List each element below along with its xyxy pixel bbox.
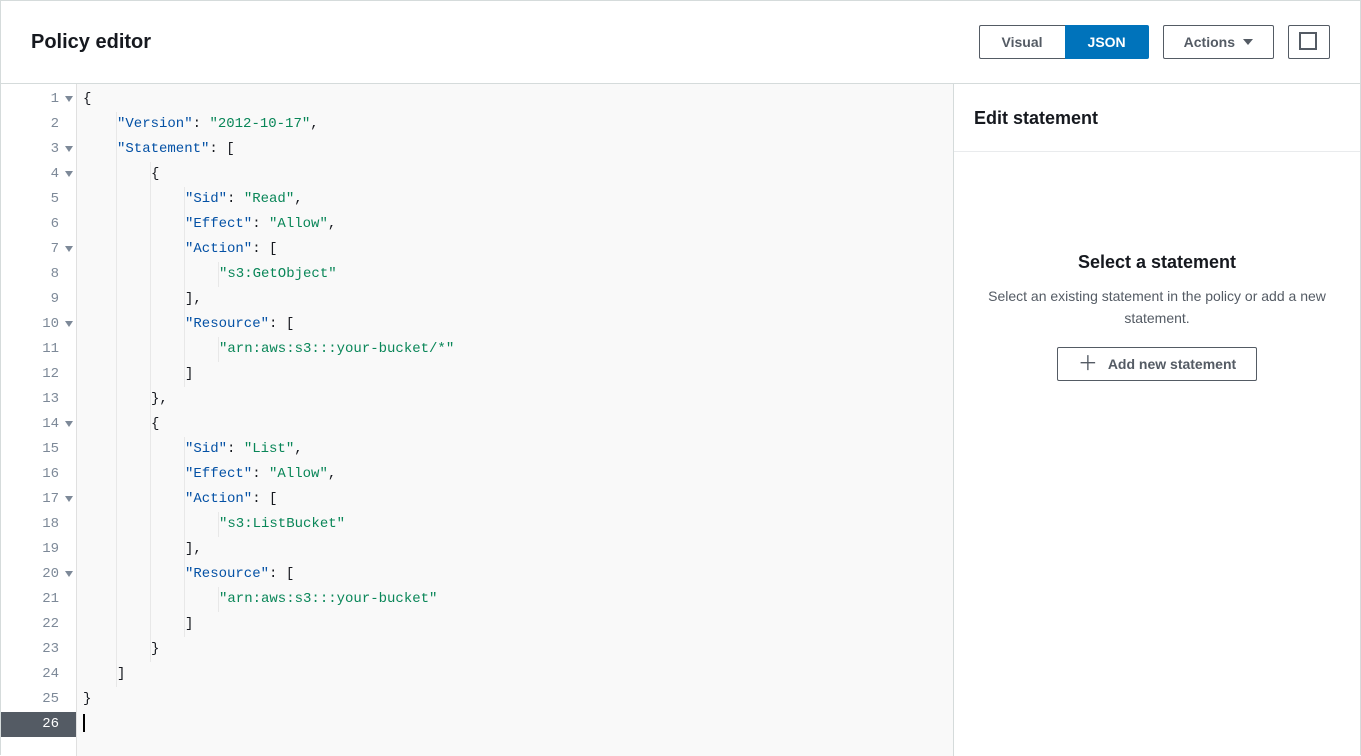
code-line[interactable]: ] [83, 362, 953, 387]
code-line[interactable]: "Version": "2012-10-17", [83, 112, 953, 137]
code-line[interactable]: } [83, 637, 953, 662]
page-title: Policy editor [31, 31, 151, 54]
content-area: 1234567891011121314151617181920212223242… [1, 84, 1360, 756]
add-statement-label: Add new statement [1108, 356, 1236, 372]
code-line[interactable]: { [83, 412, 953, 437]
line-number[interactable]: 1 [1, 87, 76, 112]
line-number[interactable]: 10 [1, 312, 76, 337]
line-number[interactable]: 23 [1, 637, 76, 662]
sidebar-empty-state: Select a statement Select an existing st… [954, 152, 1360, 756]
code-line[interactable]: "Sid": "Read", [83, 187, 953, 212]
tab-visual[interactable]: Visual [979, 25, 1065, 59]
line-number[interactable]: 15 [1, 437, 76, 462]
code-line[interactable]: { [83, 87, 953, 112]
empty-heading: Select a statement [1078, 252, 1236, 273]
line-number[interactable]: 3 [1, 137, 76, 162]
code-line[interactable]: ], [83, 537, 953, 562]
code-line[interactable]: ] [83, 662, 953, 687]
view-mode-toggle: Visual JSON [979, 25, 1149, 59]
code-line[interactable]: "Effect": "Allow", [83, 462, 953, 487]
line-number[interactable]: 14 [1, 412, 76, 437]
editor-header: Policy editor Visual JSON Actions [1, 1, 1360, 84]
code-line[interactable]: } [83, 687, 953, 712]
line-number[interactable]: 17 [1, 487, 76, 512]
code-line[interactable]: ] [83, 612, 953, 637]
chevron-down-icon [1243, 39, 1253, 45]
expand-button[interactable] [1288, 25, 1330, 59]
code-line[interactable]: "arn:aws:s3:::your-bucket/*" [83, 337, 953, 362]
line-number[interactable]: 25 [1, 687, 76, 712]
code-line[interactable]: }, [83, 387, 953, 412]
text-cursor [83, 714, 85, 732]
code-line[interactable]: "Resource": [ [83, 312, 953, 337]
actions-dropdown[interactable]: Actions [1163, 25, 1274, 59]
tab-json[interactable]: JSON [1065, 25, 1149, 59]
json-editor[interactable]: 1234567891011121314151617181920212223242… [1, 84, 954, 756]
line-number[interactable]: 24 [1, 662, 76, 687]
code-line[interactable]: "Effect": "Allow", [83, 212, 953, 237]
line-number[interactable]: 26 [1, 712, 76, 737]
line-number[interactable]: 4 [1, 162, 76, 187]
expand-icon [1302, 35, 1316, 49]
code-line[interactable]: ], [83, 287, 953, 312]
sidebar-title: Edit statement [954, 84, 1360, 152]
code-line[interactable]: "Resource": [ [83, 562, 953, 587]
line-number[interactable]: 11 [1, 337, 76, 362]
code-line[interactable]: "Statement": [ [83, 137, 953, 162]
actions-label: Actions [1184, 34, 1235, 50]
empty-body: Select an existing statement in the poli… [974, 285, 1340, 329]
code-line[interactable]: "Action": [ [83, 237, 953, 262]
code-line[interactable]: { [83, 162, 953, 187]
line-number[interactable]: 21 [1, 587, 76, 612]
line-number[interactable]: 19 [1, 537, 76, 562]
line-number[interactable]: 16 [1, 462, 76, 487]
header-controls: Visual JSON Actions [979, 25, 1330, 59]
code-line[interactable] [83, 712, 953, 737]
line-gutter[interactable]: 1234567891011121314151617181920212223242… [1, 84, 77, 756]
line-number[interactable]: 6 [1, 212, 76, 237]
code-line[interactable]: "s3:GetObject" [83, 262, 953, 287]
code-line[interactable]: "s3:ListBucket" [83, 512, 953, 537]
code-line[interactable]: "arn:aws:s3:::your-bucket" [83, 587, 953, 612]
line-number[interactable]: 2 [1, 112, 76, 137]
line-number[interactable]: 22 [1, 612, 76, 637]
code-area[interactable]: {"Version": "2012-10-17","Statement": [{… [77, 84, 953, 756]
line-number[interactable]: 7 [1, 237, 76, 262]
line-number[interactable]: 9 [1, 287, 76, 312]
line-number[interactable]: 5 [1, 187, 76, 212]
line-number[interactable]: 12 [1, 362, 76, 387]
code-line[interactable]: "Action": [ [83, 487, 953, 512]
line-number[interactable]: 8 [1, 262, 76, 287]
code-line[interactable]: "Sid": "List", [83, 437, 953, 462]
line-number[interactable]: 18 [1, 512, 76, 537]
add-statement-button[interactable]: ＋ Add new statement [1057, 347, 1257, 381]
statement-sidebar: Edit statement Select a statement Select… [954, 84, 1360, 756]
line-number[interactable]: 20 [1, 562, 76, 587]
plus-icon: ＋ [1078, 357, 1098, 371]
line-number[interactable]: 13 [1, 387, 76, 412]
